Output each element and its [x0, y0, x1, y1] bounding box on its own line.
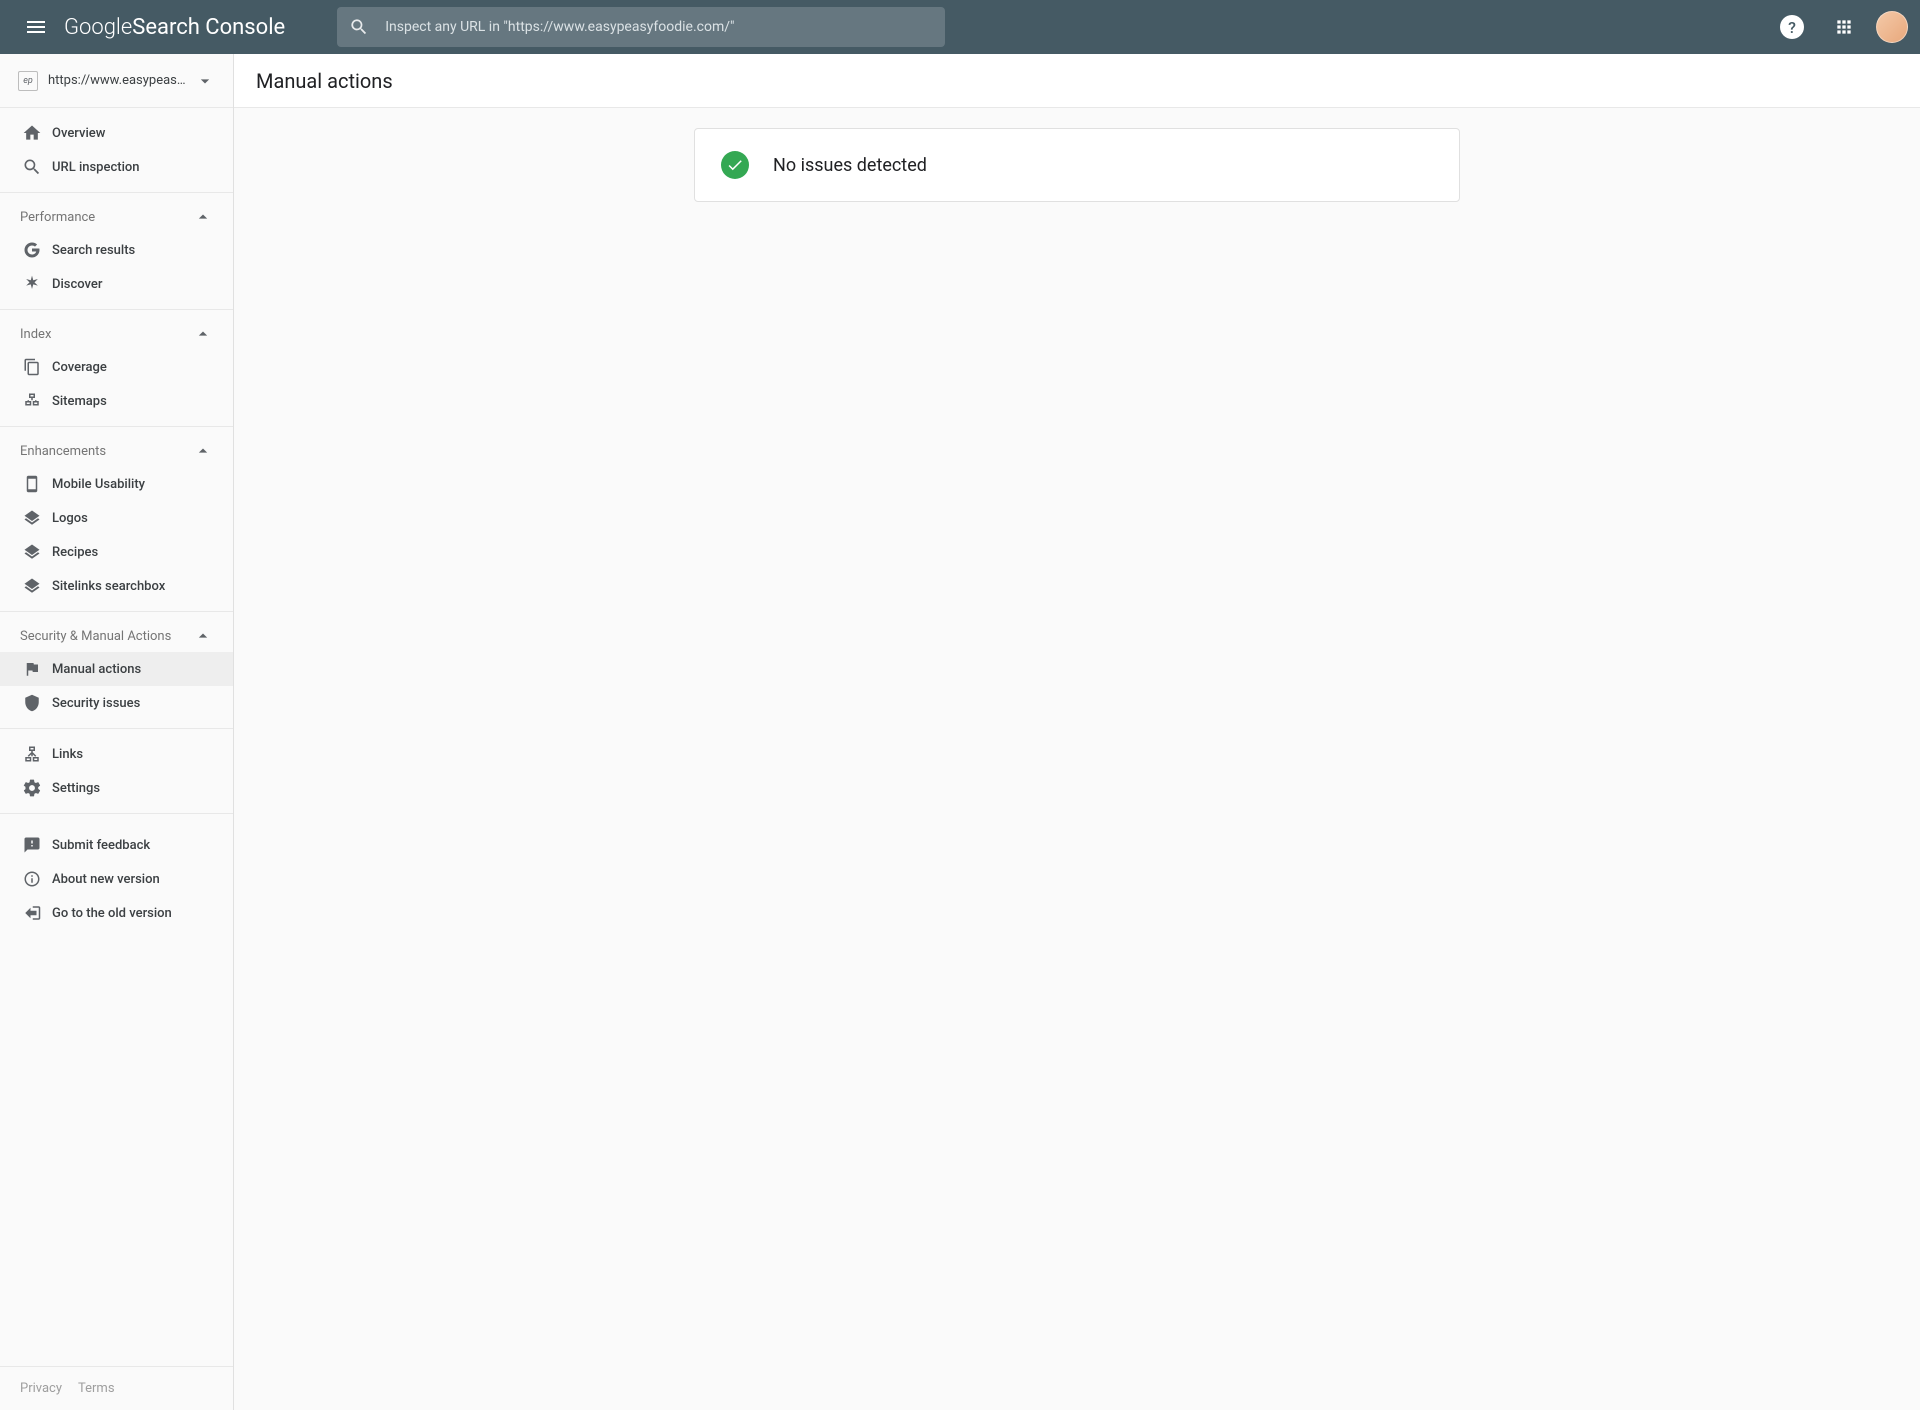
chevron-up-icon — [193, 626, 213, 646]
app-header: Google Search Console ? — [0, 0, 1920, 54]
sidebar-item-label: Sitemaps — [52, 394, 107, 409]
sidebar-search-results[interactable]: Search results — [0, 233, 233, 267]
property-selector[interactable]: ep https://www.easypeasyfoodi... — [0, 54, 233, 108]
sidebar-mobile-usability[interactable]: Mobile Usability — [0, 467, 233, 501]
sidebar-recipes[interactable]: Recipes — [0, 535, 233, 569]
sidebar-go-old-version[interactable]: Go to the old version — [0, 896, 233, 930]
link-tree-icon — [23, 745, 41, 763]
menu-button[interactable] — [12, 3, 60, 51]
search-container — [337, 7, 945, 47]
apps-button[interactable] — [1824, 7, 1864, 47]
help-button[interactable]: ? — [1772, 7, 1812, 47]
sidebar-security-issues[interactable]: Security issues — [0, 686, 233, 720]
sidebar-discover[interactable]: Discover — [0, 267, 233, 301]
sidebar-item-label: Recipes — [52, 545, 98, 560]
page-title: Manual actions — [234, 54, 1920, 108]
sidebar-item-label: Logos — [52, 511, 88, 526]
home-icon — [22, 123, 42, 143]
account-avatar[interactable] — [1876, 11, 1908, 43]
section-enhancements[interactable]: Enhancements — [0, 435, 233, 467]
sidebar-logos[interactable]: Logos — [0, 501, 233, 535]
sidebar-item-label: About new version — [52, 872, 160, 887]
sidebar-links[interactable]: Links — [0, 737, 233, 771]
chevron-up-icon — [193, 324, 213, 344]
sidebar-item-label: Overview — [52, 126, 105, 141]
sidebar-footer: Privacy Terms — [0, 1366, 233, 1410]
check-icon — [721, 151, 749, 179]
privacy-link[interactable]: Privacy — [20, 1381, 62, 1396]
property-icon: ep — [18, 71, 38, 91]
gear-icon — [22, 778, 42, 798]
section-label: Index — [20, 327, 193, 342]
status-text: No issues detected — [773, 155, 927, 176]
layers-icon — [23, 577, 41, 595]
terms-link[interactable]: Terms — [78, 1381, 115, 1396]
phone-icon — [23, 475, 41, 493]
sidebar-item-label: Links — [52, 747, 83, 762]
sidebar-item-label: Submit feedback — [52, 838, 150, 853]
flag-icon — [23, 660, 41, 678]
sidebar-item-label: Coverage — [52, 360, 107, 375]
sidebar-item-label: Sitelinks searchbox — [52, 579, 165, 594]
sidebar-overview[interactable]: Overview — [0, 116, 233, 150]
main-content: Manual actions No issues detected — [234, 54, 1920, 1410]
chevron-up-icon — [193, 207, 213, 227]
logo-google: Google — [64, 15, 132, 40]
sitemap-icon — [23, 392, 41, 410]
sidebar-about-new-version[interactable]: About new version — [0, 862, 233, 896]
info-icon — [23, 870, 41, 888]
sidebar-item-label: Mobile Usability — [52, 477, 145, 492]
section-label: Enhancements — [20, 444, 193, 459]
sidebar-item-label: Search results — [52, 243, 135, 258]
section-performance[interactable]: Performance — [0, 201, 233, 233]
sidebar-item-label: Go to the old version — [52, 906, 172, 921]
shield-icon — [23, 694, 41, 712]
help-icon: ? — [1780, 15, 1804, 39]
url-search-bar[interactable] — [337, 7, 945, 47]
sidebar-manual-actions[interactable]: Manual actions — [0, 652, 233, 686]
search-icon — [22, 157, 42, 177]
logo[interactable]: Google Search Console — [64, 15, 285, 40]
header-actions: ? — [1772, 7, 1908, 47]
sidebar-item-label: Settings — [52, 781, 100, 796]
hamburger-icon — [24, 15, 48, 39]
section-security-manual[interactable]: Security & Manual Actions — [0, 620, 233, 652]
section-label: Performance — [20, 210, 193, 225]
property-label: https://www.easypeasyfoodi... — [48, 73, 187, 88]
sidebar-url-inspection[interactable]: URL inspection — [0, 150, 233, 184]
status-card: No issues detected — [694, 128, 1460, 202]
sidebar-submit-feedback[interactable]: Submit feedback — [0, 828, 233, 862]
sidebar-item-label: URL inspection — [52, 160, 140, 175]
sidebar-item-label: Security issues — [52, 696, 140, 711]
sidebar-coverage[interactable]: Coverage — [0, 350, 233, 384]
exit-icon — [23, 904, 41, 922]
sidebar-item-label: Manual actions — [52, 662, 141, 677]
section-index[interactable]: Index — [0, 318, 233, 350]
apps-icon — [1834, 17, 1854, 37]
url-search-input[interactable] — [385, 19, 933, 35]
copy-icon — [23, 358, 41, 376]
layers-icon — [23, 543, 41, 561]
chevron-up-icon — [193, 441, 213, 461]
sidebar-settings[interactable]: Settings — [0, 771, 233, 805]
asterisk-icon — [22, 274, 42, 294]
sidebar-sitemaps[interactable]: Sitemaps — [0, 384, 233, 418]
google-icon — [23, 241, 41, 259]
sidebar-item-label: Discover — [52, 277, 102, 292]
logo-product: Search Console — [132, 15, 285, 40]
section-label: Security & Manual Actions — [20, 629, 193, 644]
layers-icon — [23, 509, 41, 527]
sidebar-sitelinks-searchbox[interactable]: Sitelinks searchbox — [0, 569, 233, 603]
chevron-down-icon — [195, 71, 215, 91]
feedback-icon — [23, 836, 41, 854]
search-icon — [349, 17, 369, 37]
sidebar: ep https://www.easypeasyfoodi... Overvie… — [0, 54, 234, 1410]
